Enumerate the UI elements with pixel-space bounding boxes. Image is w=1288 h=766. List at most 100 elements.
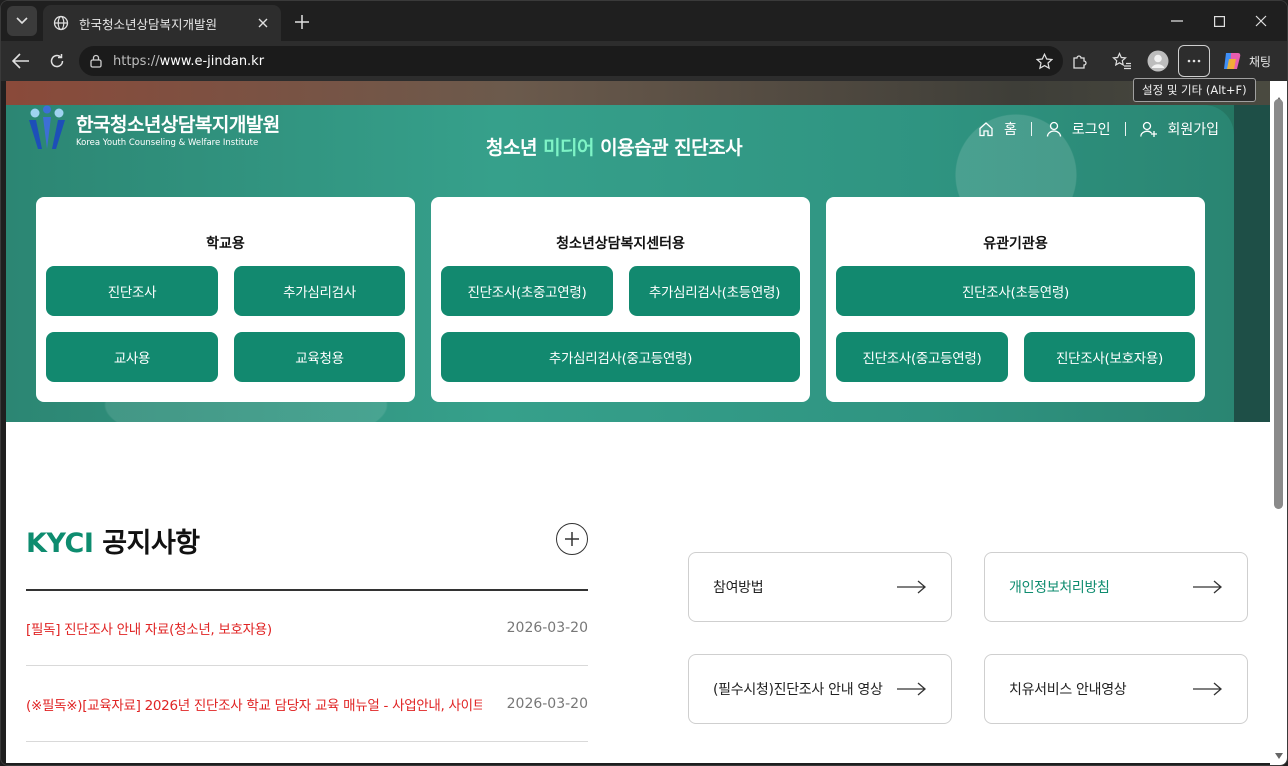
address-bar[interactable]: https://www.e-jindan.kr <box>79 46 1063 76</box>
arrow-left-icon <box>12 53 29 69</box>
top-navigation: 홈 로그인 회원가입 <box>978 119 1219 139</box>
copilot-chat-button[interactable]: 채팅 <box>1217 47 1279 75</box>
profile-button[interactable] <box>1143 46 1173 76</box>
tab-bar: 한국청소년상담복지개발원 <box>1 1 1287 41</box>
arrow-right-icon <box>1193 580 1222 594</box>
settings-more-button[interactable] <box>1178 45 1210 77</box>
agency-diagnosis-guardian-button[interactable]: 진단조사(보호자용) <box>1024 332 1195 382</box>
nav-home-label: 홈 <box>1004 122 1017 138</box>
center-extra-test-elementary-button[interactable]: 추가심리검사(초등연령) <box>629 266 800 316</box>
healing-service-label: 치유서비스 안내영상 <box>1009 682 1127 698</box>
nav-login-label: 로그인 <box>1071 122 1111 138</box>
puzzle-icon <box>1073 55 1087 69</box>
chevron-down-icon <box>16 17 28 25</box>
arrow-right-icon <box>897 682 926 696</box>
refresh-icon <box>50 54 64 68</box>
agency-card-title: 유관기관용 <box>983 236 1048 252</box>
tab-title: 한국청소년상담복지개발원 <box>79 16 218 32</box>
center-card-title: 청소년상담복지센터용 <box>556 236 685 252</box>
healing-service-video-link[interactable]: 치유서비스 안내영상 <box>984 654 1248 724</box>
agency-diagnosis-elementary-button[interactable]: 진단조사(초등연령) <box>836 266 1195 316</box>
participation-guide-label: 참여방법 <box>713 580 764 596</box>
star-icon[interactable] <box>1036 53 1053 70</box>
tab-actions-menu-button[interactable] <box>7 6 37 36</box>
guide-video-label: (필수시청)진단조사 안내 영상 <box>713 682 883 698</box>
notice-item-date: 2026-03-20 <box>506 695 588 712</box>
guide-video-link[interactable]: (필수시청)진단조사 안내 영상 <box>688 654 952 724</box>
privacy-policy-label: 개인정보처리방침 <box>1009 580 1110 596</box>
kyci-logo-icon <box>29 105 65 149</box>
notice-item-title[interactable]: (※필독※)[교육자료] 2026년 진단조사 학교 담당자 교육 매뉴얼 - … <box>26 694 482 714</box>
active-tab[interactable]: 한국청소년상담복지개발원 <box>43 5 281 41</box>
nav-divider <box>1124 122 1126 136</box>
settings-tooltip: 설정 및 기타 (Alt+F) <box>1133 78 1256 102</box>
logo-english-name: Korea Youth Counseling & Welfare Institu… <box>76 138 259 148</box>
site-title: 청소년 미디어 이용습관 진단조사 <box>486 133 743 160</box>
url-text[interactable]: https://www.e-jindan.kr <box>113 54 264 69</box>
teacher-button[interactable]: 교사용 <box>46 332 218 382</box>
agency-diagnosis-secondary-button[interactable]: 진단조사(중고등연령) <box>836 332 1008 382</box>
nav-home-link[interactable]: 홈 <box>978 119 1017 139</box>
tab-close-button[interactable] <box>255 15 271 31</box>
user-icon <box>1046 121 1062 137</box>
page-viewport: 한국청소년상담복지개발원 Korea Youth Counseling & We… <box>6 81 1270 763</box>
new-tab-button[interactable] <box>289 9 315 35</box>
page-scrollbar[interactable] <box>1270 81 1287 765</box>
notice-item-title[interactable]: [필독] 진단조사 안내 자료(청소년, 보호자용) <box>26 618 482 638</box>
school-card: 학교용 진단조사 추가심리검사 교사용 교육청용 <box>36 197 415 402</box>
refresh-button[interactable] <box>42 46 72 76</box>
extensions-button[interactable] <box>1065 46 1095 76</box>
hero-top-strip <box>6 81 1270 105</box>
nav-divider <box>1030 122 1032 136</box>
hero-banner: 한국청소년상담복지개발원 Korea Youth Counseling & We… <box>6 81 1270 422</box>
notice-item[interactable]: [필독] 진단조사 안내 자료(청소년, 보호자용) 2026-03-20 <box>26 590 588 666</box>
minimize-button[interactable] <box>1157 1 1197 41</box>
nav-signup-link[interactable]: 회원가입 <box>1139 119 1219 139</box>
globe-icon <box>53 15 69 31</box>
scroll-thumb[interactable] <box>1274 99 1283 509</box>
related-agency-card: 유관기관용 진단조사(초등연령) 진단조사(중고등연령) 진단조사(보호자용) <box>826 197 1205 402</box>
center-diagnosis-button[interactable]: 진단조사(초중고연령) <box>441 266 613 316</box>
site-title-highlight: 미디어 <box>543 137 595 159</box>
site-title-suffix: 이용습관 진단조사 <box>594 137 743 159</box>
participation-guide-link[interactable]: 참여방법 <box>688 552 952 622</box>
logo-korean-name: 한국청소년상담복지개발원 <box>76 114 280 136</box>
hero-right-strip <box>1234 105 1270 422</box>
maximize-button[interactable] <box>1199 1 1239 41</box>
plus-icon <box>565 532 579 546</box>
arrow-right-icon <box>1193 682 1222 696</box>
copilot-icon <box>1224 53 1241 69</box>
arrow-right-icon <box>897 580 926 594</box>
more-horizontal-icon <box>1187 59 1201 63</box>
user-add-icon <box>1139 121 1157 137</box>
school-card-title: 학교용 <box>206 236 245 252</box>
notice-more-button[interactable] <box>556 523 588 555</box>
center-extra-test-secondary-button[interactable]: 추가심리검사(중고등연령) <box>441 332 800 382</box>
favorites-icon <box>1112 52 1131 70</box>
education-office-button[interactable]: 교육청용 <box>234 332 405 382</box>
counseling-center-card: 청소년상담복지센터용 진단조사(초중고연령) 추가심리검사(초등연령) 추가심리… <box>431 197 810 402</box>
url-scheme: https:// <box>113 53 160 69</box>
notice-section-title: KYCI 공지사항 <box>26 521 200 560</box>
close-icon <box>1255 15 1267 27</box>
avatar-icon <box>1147 50 1169 72</box>
notice-item-date: 2026-03-20 <box>506 619 588 636</box>
school-diagnosis-button[interactable]: 진단조사 <box>46 266 218 316</box>
school-extra-test-button[interactable]: 추가심리검사 <box>234 266 405 316</box>
nav-login-link[interactable]: 로그인 <box>1046 119 1111 139</box>
home-icon <box>979 122 993 137</box>
notice-brand: KYCI <box>26 528 94 559</box>
back-button[interactable] <box>6 46 36 76</box>
site-title-prefix: 청소년 <box>486 137 544 159</box>
maximize-icon <box>1213 15 1225 27</box>
privacy-policy-link[interactable]: 개인정보처리방침 <box>984 552 1248 622</box>
close-icon <box>258 18 268 28</box>
notice-item[interactable]: (※필독※)[교육자료] 2026년 진단조사 학교 담당자 교육 매뉴얼 - … <box>26 666 588 742</box>
minimize-icon <box>1171 20 1183 22</box>
site-info-icon[interactable] <box>89 54 103 68</box>
favorites-button[interactable] <box>1107 46 1137 76</box>
plus-icon <box>295 15 309 29</box>
scroll-down-arrow[interactable] <box>1275 753 1283 759</box>
site-logo[interactable]: 한국청소년상담복지개발원 Korea Youth Counseling & We… <box>26 105 280 153</box>
close-window-button[interactable] <box>1241 1 1281 41</box>
